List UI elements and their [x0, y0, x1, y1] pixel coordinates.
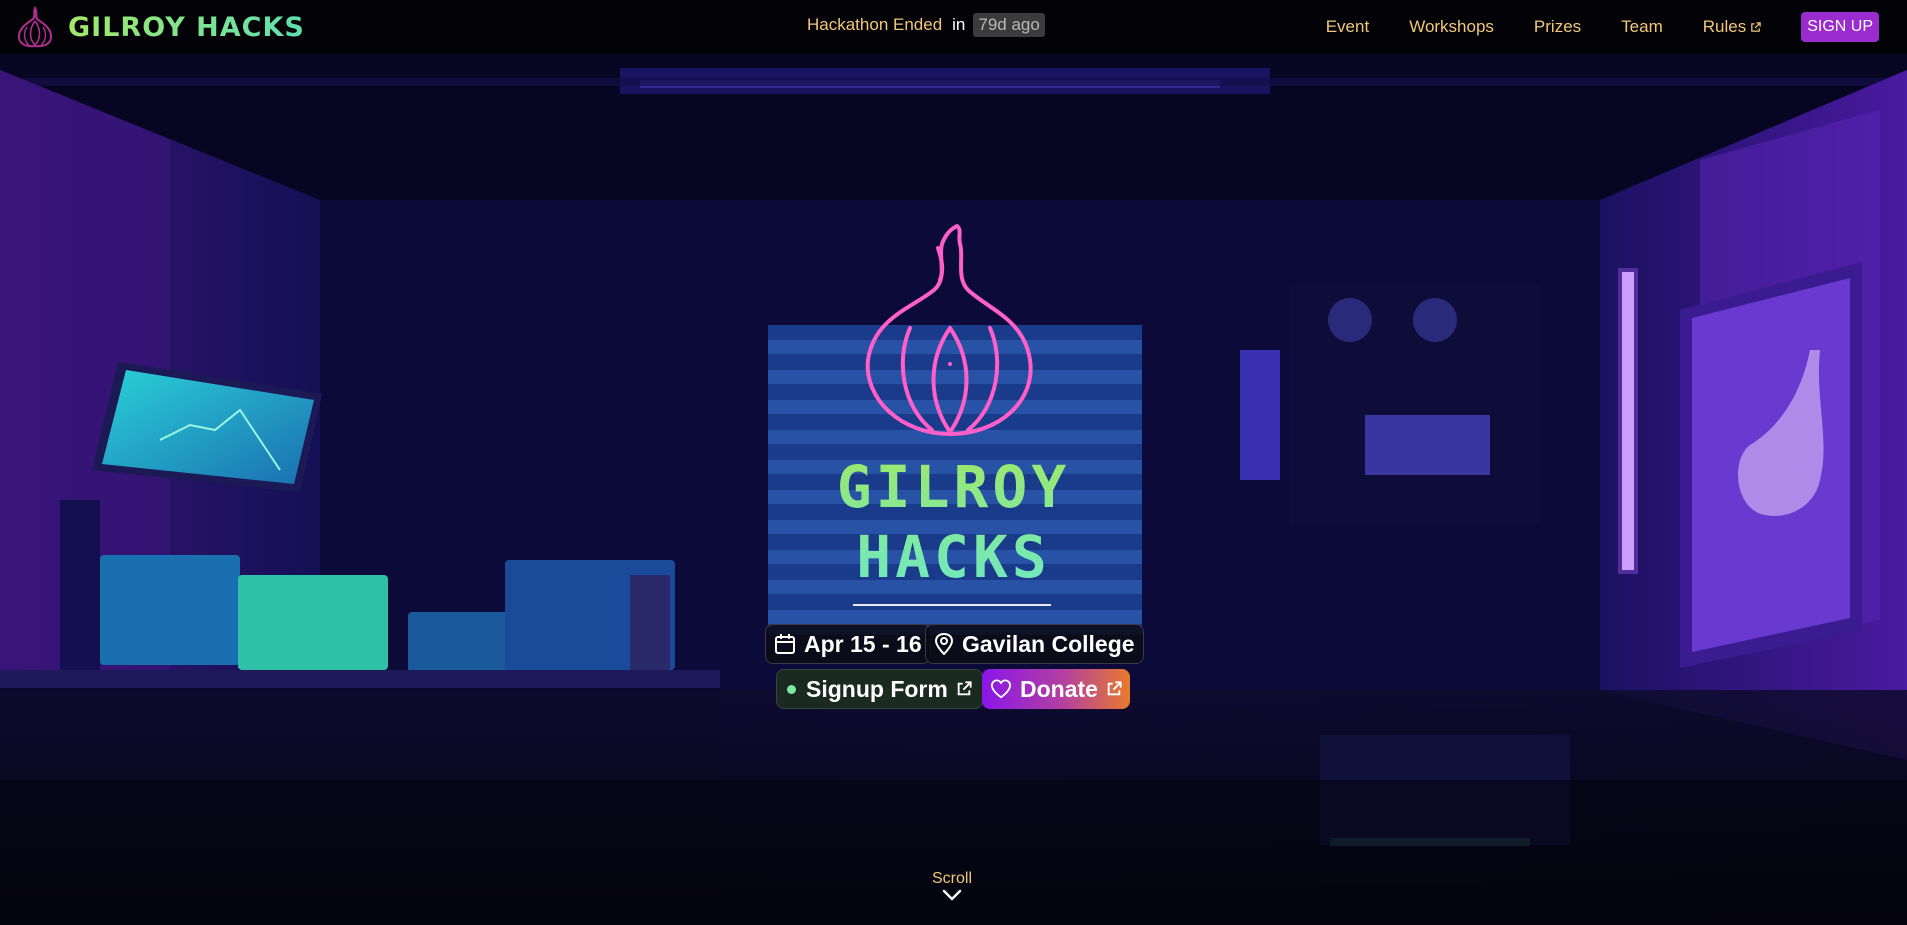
countdown-value-badge: 79d ago [973, 13, 1045, 37]
hero-title-line1: GILROY [836, 453, 1071, 521]
external-link-icon [956, 681, 972, 697]
signup-form-label: Signup Form [806, 675, 948, 702]
status-dot-icon [787, 684, 796, 694]
brand-home-link[interactable]: GILROY HACKS [12, 5, 305, 48]
location-pill: Gavilan College [925, 624, 1144, 664]
external-link-icon [1751, 21, 1761, 32]
countdown-label: Hackathon Ended [807, 15, 943, 34]
countdown-in-word: in [952, 15, 966, 34]
calendar-icon [774, 633, 796, 655]
signup-form-button[interactable]: Signup Form [776, 669, 983, 709]
hero-title: GILROY HACKS [760, 452, 1147, 592]
hero-title-line2: HACKS [856, 523, 1051, 591]
scroll-hint[interactable]: Scroll [920, 870, 984, 906]
external-link-icon [1106, 681, 1122, 697]
scroll-label: Scroll [931, 870, 972, 887]
neon-garlic-icon [865, 224, 1033, 436]
event-date: Apr 15 - 16 [804, 630, 922, 657]
donate-label: Donate [1020, 675, 1098, 702]
title-divider [853, 604, 1051, 606]
heart-icon [990, 679, 1012, 699]
nav-link-workshops[interactable]: Workshops [1409, 17, 1494, 37]
nav-link-prizes[interactable]: Prizes [1534, 17, 1581, 37]
nav-link-rules[interactable]: Rules [1703, 17, 1761, 37]
chevron-down-icon [942, 889, 962, 901]
nav-link-event[interactable]: Event [1326, 17, 1369, 37]
donate-button[interactable]: Donate [982, 669, 1130, 709]
nav-link-rules-label: Rules [1702, 17, 1747, 36]
map-pin-icon [934, 633, 954, 655]
brand-name: GILROY HACKS [68, 11, 305, 43]
top-navbar: GILROY HACKS Hackathon Ended in 79d ago … [0, 0, 1907, 54]
garlic-logo-icon [17, 5, 53, 48]
countdown: Hackathon Ended in 79d ago [807, 13, 1045, 37]
sign-up-button[interactable]: SIGN UP [1801, 12, 1879, 42]
event-location: Gavilan College [962, 630, 1135, 657]
nav-links: Event Workshops Prizes Team Rules SIGN U… [1326, 0, 1907, 54]
date-pill: Apr 15 - 16 [765, 624, 931, 664]
nav-link-team[interactable]: Team [1621, 17, 1663, 37]
